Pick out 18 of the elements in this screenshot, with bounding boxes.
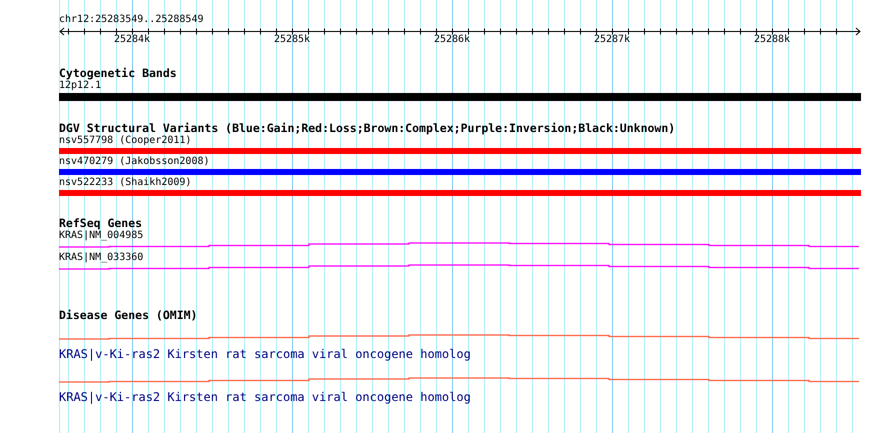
ruler-tick-label: 25287k <box>594 34 630 46</box>
feature-label: nsv557798 (Cooper2011) <box>59 135 192 147</box>
disease-gene-link[interactable]: KRAS|v-Ki-ras2 Kirsten rat sarcoma viral oncogene homolog <box>59 390 471 404</box>
gene-label: KRAS|NM_033360 <box>59 252 144 264</box>
ruler-tick-label: 25288k <box>754 34 790 46</box>
disease-gene-link[interactable]: KRAS|v-Ki-ras2 Kirsten rat sarcoma viral oncogene homolog <box>59 347 471 361</box>
location-label: chr12:25283549..25288549 <box>59 14 204 26</box>
ruler-tick-label: 25284k <box>114 34 150 46</box>
feature-label: nsv522233 (Shaikh2009) <box>59 177 192 189</box>
track-title: Cytogenetic Bands <box>59 67 177 79</box>
ruler-tick-label: 25286k <box>434 34 470 46</box>
track-title: Disease Genes (OMIM) <box>59 309 198 321</box>
gene-label: KRAS|NM_004985 <box>59 230 144 242</box>
track-title: DGV Structural Variants (Blue:Gain;Red:Loss;Brown:Complex;Purple:Inversion;Black:Unknown) <box>59 122 676 134</box>
feature-label: 12p12.1 <box>59 80 102 92</box>
feature-label: nsv470279 (Jakobsson2008) <box>59 156 210 168</box>
ruler-tick-label: 25285k <box>274 34 310 46</box>
track-title: RefSeq Genes <box>59 217 142 229</box>
